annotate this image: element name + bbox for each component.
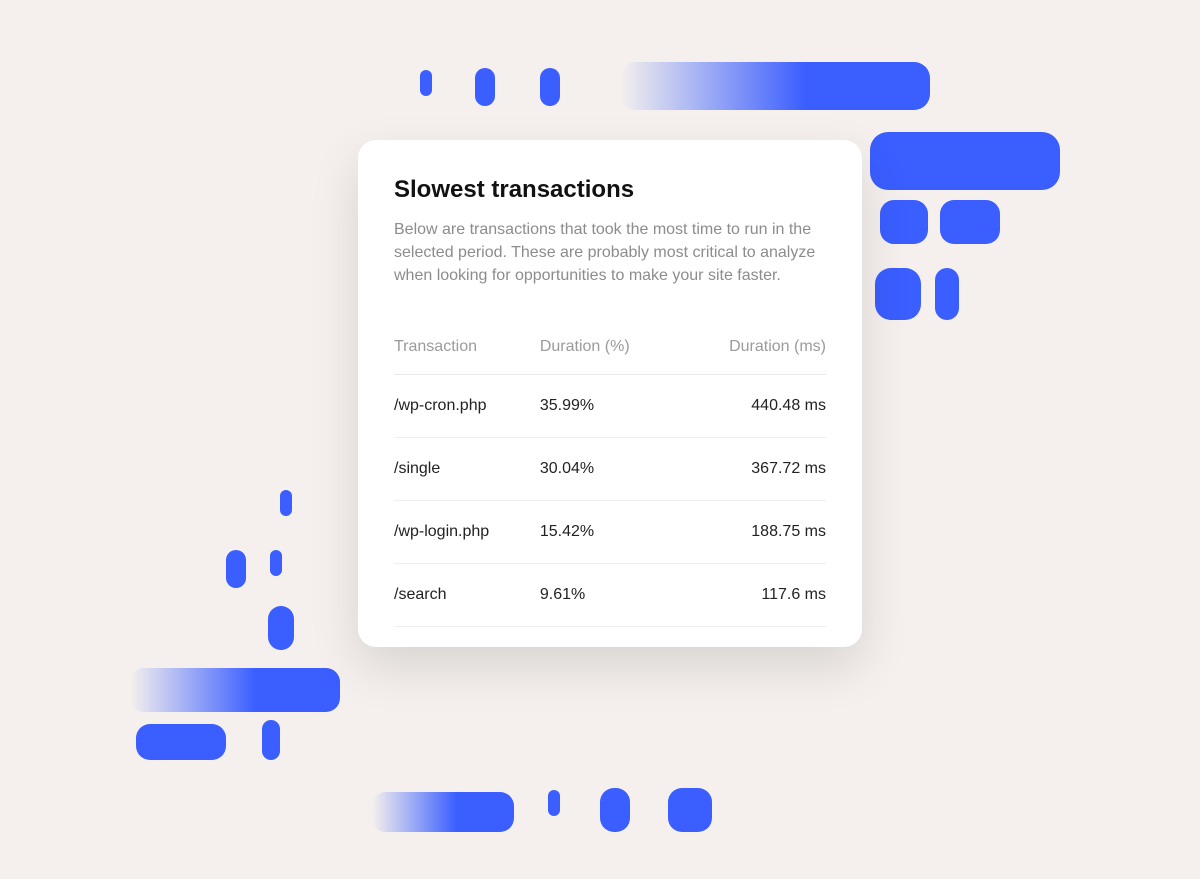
- decor-shape: [880, 200, 928, 244]
- cell-duration-ms: 117.6 ms: [677, 563, 826, 626]
- cell-duration-pct: 30.04%: [540, 437, 678, 500]
- decor-shape: [372, 792, 514, 832]
- cell-duration-ms: 367.72 ms: [677, 437, 826, 500]
- cell-transaction: /single: [394, 437, 540, 500]
- cell-duration-pct: 35.99%: [540, 374, 678, 437]
- decor-shape: [935, 268, 959, 320]
- col-header-transaction: Transaction: [394, 328, 540, 375]
- decor-shape: [270, 550, 282, 576]
- card-title: Slowest transactions: [394, 176, 826, 204]
- decor-shape: [475, 68, 495, 106]
- decor-shape: [940, 200, 1000, 244]
- table-row[interactable]: /wp-login.php 15.42% 188.75 ms: [394, 500, 826, 563]
- table-row[interactable]: /search 9.61% 117.6 ms: [394, 563, 826, 626]
- decor-shape: [420, 70, 432, 96]
- col-header-duration-pct: Duration (%): [540, 328, 678, 375]
- decor-shape: [280, 490, 292, 516]
- decor-shape: [268, 606, 294, 650]
- table-row[interactable]: /single 30.04% 367.72 ms: [394, 437, 826, 500]
- decor-shape: [130, 668, 340, 712]
- decor-shape: [548, 790, 560, 816]
- table-header-row: Transaction Duration (%) Duration (ms): [394, 328, 826, 375]
- decor-shape: [262, 720, 280, 760]
- col-header-duration-ms: Duration (ms): [677, 328, 826, 375]
- decor-shape: [136, 724, 226, 760]
- card-description: Below are transactions that took the mos…: [394, 218, 826, 288]
- table-row[interactable]: /wp-cron.php 35.99% 440.48 ms: [394, 374, 826, 437]
- cell-duration-ms: 188.75 ms: [677, 500, 826, 563]
- decor-shape: [620, 62, 930, 110]
- decor-shape: [226, 550, 246, 588]
- decor-shape: [600, 788, 630, 832]
- decor-shape: [540, 68, 560, 106]
- cell-transaction: /search: [394, 563, 540, 626]
- transactions-table: Transaction Duration (%) Duration (ms) /…: [394, 328, 826, 627]
- decor-shape: [870, 132, 1060, 190]
- decor-shape: [668, 788, 712, 832]
- slowest-transactions-card: Slowest transactions Below are transacti…: [358, 140, 862, 647]
- cell-transaction: /wp-cron.php: [394, 374, 540, 437]
- cell-transaction: /wp-login.php: [394, 500, 540, 563]
- cell-duration-pct: 9.61%: [540, 563, 678, 626]
- decor-shape: [875, 268, 921, 320]
- cell-duration-pct: 15.42%: [540, 500, 678, 563]
- cell-duration-ms: 440.48 ms: [677, 374, 826, 437]
